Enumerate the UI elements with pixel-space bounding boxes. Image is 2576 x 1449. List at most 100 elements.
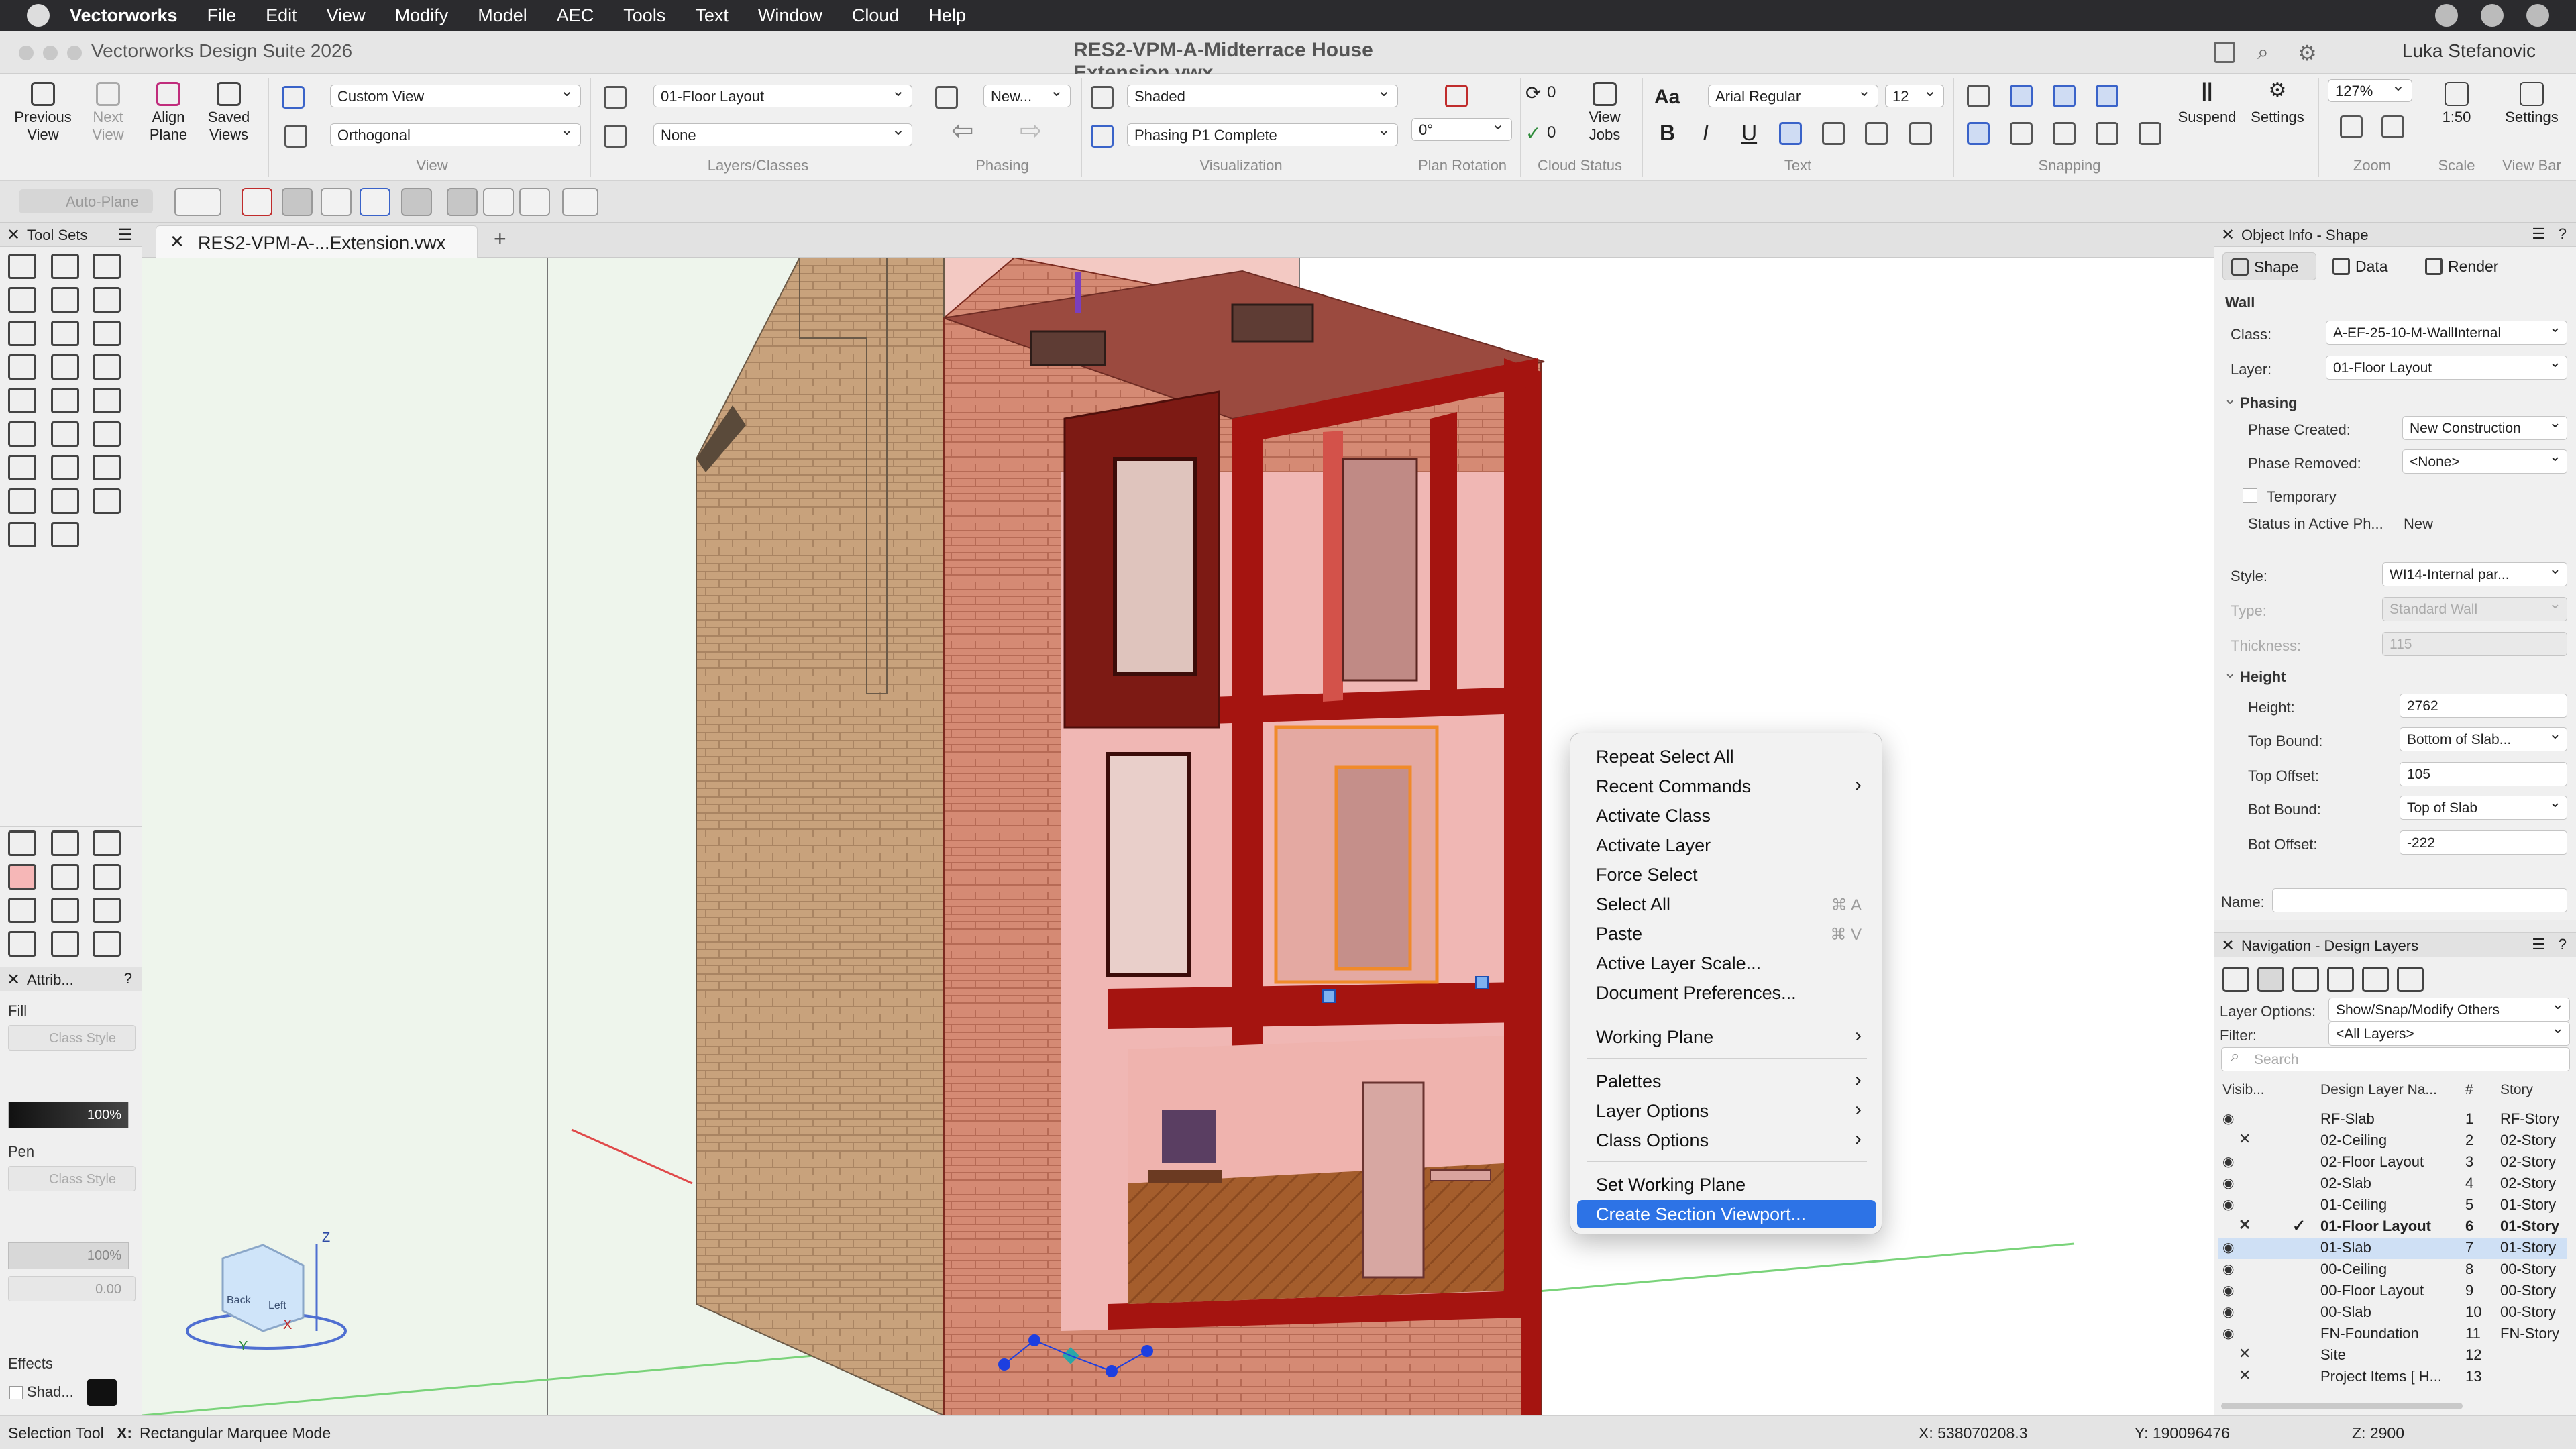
temporary-checkbox[interactable] xyxy=(2243,488,2257,503)
menu-item-active-layer-scale[interactable]: Active Layer Scale... xyxy=(1577,949,1876,977)
roof-tool[interactable] xyxy=(93,287,121,313)
help-icon[interactable]: ? xyxy=(2559,225,2567,243)
pen-style-dropdown[interactable]: Class Style xyxy=(8,1166,136,1191)
nav-classes-icon[interactable] xyxy=(2222,967,2249,992)
column-layer-name[interactable]: Design Layer Na... xyxy=(2320,1082,2437,1098)
status-icon-c[interactable] xyxy=(2526,4,2549,27)
status-icon-a[interactable] xyxy=(2435,4,2458,27)
building-shell-toolset[interactable] xyxy=(8,830,36,856)
hidden-x-icon[interactable]: ✕ xyxy=(2239,1345,2251,1362)
shelving-tool[interactable] xyxy=(51,421,79,447)
drawing-canvas[interactable]: Back Left Z X Y xyxy=(142,258,2214,1415)
spotlight-toolset[interactable] xyxy=(93,898,121,923)
menu-item-class-options[interactable]: Class Options › xyxy=(1577,1126,1876,1155)
measure-toolset[interactable] xyxy=(51,898,79,923)
previous-view-button[interactable]: Previous View xyxy=(9,82,76,144)
landscape-tool[interactable] xyxy=(51,488,79,514)
menu-model[interactable]: Model xyxy=(478,5,527,26)
layer-row[interactable]: ◉ 01-Ceiling 5 01-Story xyxy=(2218,1195,2567,1216)
visible-eye-icon[interactable]: ◉ xyxy=(2222,1303,2243,1320)
visible-eye-icon[interactable]: ◉ xyxy=(2222,1153,2243,1170)
selection-handle-b[interactable] xyxy=(1475,976,1489,989)
filter-dropdown[interactable]: <All Layers> xyxy=(2328,1022,2570,1046)
layers-icon[interactable] xyxy=(604,86,627,109)
help-icon[interactable]: ? xyxy=(124,970,132,987)
plumbing-tool[interactable] xyxy=(93,421,121,447)
menu-item-paste[interactable]: Paste ⌘ V xyxy=(1577,920,1876,948)
escalator-tool[interactable] xyxy=(51,522,79,547)
close-window-button[interactable] xyxy=(19,46,34,60)
camera-toolset[interactable] xyxy=(93,864,121,890)
align-plane-button[interactable]: Align Plane xyxy=(138,82,199,144)
layer-row[interactable]: ◉ 00-Slab 10 00-Story xyxy=(2218,1302,2567,1324)
help-icon[interactable]: ? xyxy=(2559,936,2567,953)
view-cube-widget[interactable]: Back Left Z X Y xyxy=(182,1230,370,1358)
zoom-dropdown[interactable]: 127% xyxy=(2328,79,2412,102)
snap-object-icon[interactable] xyxy=(2010,85,2033,107)
shadow-checkbox[interactable] xyxy=(9,1386,23,1399)
visible-eye-icon[interactable]: ◉ xyxy=(2222,1175,2243,1191)
menu-text[interactable]: Text xyxy=(695,5,729,26)
lasso-mode[interactable] xyxy=(483,188,514,216)
corridor-tool[interactable] xyxy=(51,455,79,480)
saved-views-button[interactable]: Saved Views xyxy=(199,82,259,144)
phase-removed-dropdown[interactable]: <None> xyxy=(2402,449,2567,474)
layer-row[interactable]: ✕ Project Items [ H... 13 xyxy=(2218,1366,2567,1388)
font-size-dropdown[interactable]: 12 xyxy=(1885,85,1944,107)
snap-smart-edge-icon[interactable] xyxy=(2096,122,2118,145)
visible-eye-icon[interactable]: ◉ xyxy=(2222,1260,2243,1277)
search-icon[interactable]: ⌕ xyxy=(2257,42,2269,64)
auto-plane-toggle[interactable]: Auto-Plane xyxy=(19,189,153,213)
layer-dropdown[interactable]: 01-Floor Layout xyxy=(2326,356,2567,380)
bot-offset-field[interactable]: -222 xyxy=(2400,830,2567,855)
menu-item-activate-layer[interactable]: Activate Layer xyxy=(1577,831,1876,859)
user-account[interactable]: Luka Stefanovic xyxy=(2402,40,2536,62)
hidden-x-icon[interactable]: ✕ xyxy=(2239,1216,2251,1234)
disable-interactive-scaling-mode[interactable] xyxy=(241,188,272,216)
phase-created-dropdown[interactable]: New Construction xyxy=(2402,416,2567,440)
class-dropdown[interactable]: A-EF-25-10-M-WallInternal xyxy=(2326,321,2567,345)
snap-settings-button[interactable]: ⚙ Settings xyxy=(2241,80,2314,126)
layer-row[interactable]: ✕ ✓ 01-Floor Layout 6 01-Story xyxy=(2218,1216,2567,1238)
ceiling-tool[interactable] xyxy=(51,321,79,346)
pilaster-tool[interactable] xyxy=(51,388,79,413)
phasing-section-header[interactable]: Phasing xyxy=(2240,394,2298,412)
plan-rotation-icon[interactable] xyxy=(1445,85,1468,107)
name-field[interactable] xyxy=(2272,888,2567,912)
visible-eye-icon[interactable]: ◉ xyxy=(2222,1239,2243,1256)
tab-render[interactable]: Render xyxy=(2417,252,2524,280)
menu-item-working-plane[interactable]: Working Plane › xyxy=(1577,1023,1876,1051)
elevator-tool[interactable] xyxy=(8,522,36,547)
next-view-button[interactable]: Next View xyxy=(78,82,138,144)
phasing-forward-icon[interactable]: ⇨ xyxy=(1020,115,1042,146)
height-field[interactable]: 2762 xyxy=(2400,694,2567,718)
chevron-down-icon[interactable]: ⌄ xyxy=(2224,390,2236,408)
view-cube-graphic[interactable] xyxy=(182,1230,370,1358)
phasing-new-dropdown[interactable]: New... xyxy=(983,85,1071,107)
view-bar-settings-button[interactable]: Settings xyxy=(2493,82,2571,126)
style-dropdown[interactable]: WI14-Internal par... xyxy=(2382,562,2567,586)
layer-row[interactable]: ◉ FN-Foundation 11 FN-Story xyxy=(2218,1324,2567,1345)
nav-references-icon[interactable] xyxy=(2397,967,2424,992)
dimension-toolset[interactable] xyxy=(93,830,121,856)
rotate-mode[interactable] xyxy=(360,188,390,216)
menu-modify[interactable]: Modify xyxy=(395,5,449,26)
close-icon[interactable]: ✕ xyxy=(2221,936,2235,955)
menu-cloud[interactable]: Cloud xyxy=(852,5,900,26)
render-mode-icon[interactable] xyxy=(1091,86,1114,109)
fit-to-page-icon[interactable] xyxy=(2381,115,2404,138)
view-jobs-button[interactable]: View Jobs xyxy=(1576,82,1633,144)
furniture-tool[interactable] xyxy=(51,354,79,380)
truss-tool[interactable] xyxy=(8,455,36,480)
visible-eye-icon[interactable]: ◉ xyxy=(2222,1196,2243,1213)
bot-bound-dropdown[interactable]: Top of Slab xyxy=(2400,796,2567,820)
detailing-toolset[interactable] xyxy=(8,931,36,957)
new-tab-button[interactable]: + xyxy=(494,227,506,252)
snap-intersection-icon[interactable] xyxy=(2096,85,2118,107)
building-toolset[interactable] xyxy=(8,864,36,890)
menu-tools[interactable]: Tools xyxy=(623,5,665,26)
menu-file[interactable]: File xyxy=(207,5,237,26)
bold-button[interactable]: B xyxy=(1660,121,1675,146)
search-input[interactable]: Search xyxy=(2221,1047,2570,1071)
class-dropdown[interactable]: None xyxy=(653,123,912,146)
